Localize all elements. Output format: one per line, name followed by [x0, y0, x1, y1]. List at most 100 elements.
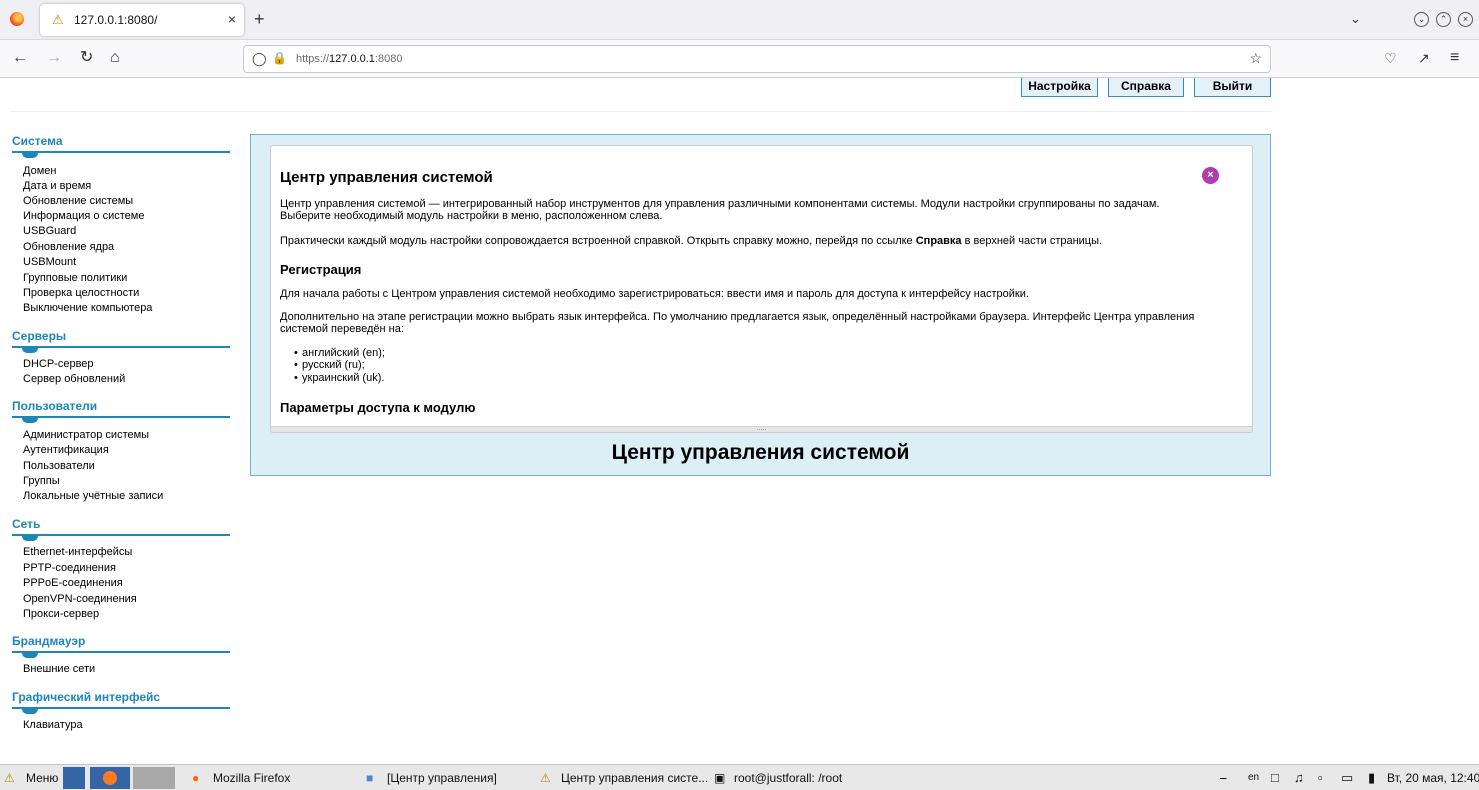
language-text-line-1: Дополнительно на этапе регистрации можно… — [280, 311, 1195, 323]
tracking-shield-icon[interactable]: ◯ — [252, 51, 267, 67]
category-marker — [22, 348, 38, 353]
keyboard-layout-indicator[interactable]: en — [1248, 770, 1259, 786]
sidebar-category-network: Сеть — [12, 517, 41, 531]
reload-icon[interactable]: ↻ — [80, 49, 93, 67]
sidebar-item-domain[interactable]: Домен — [23, 165, 56, 177]
sidebar-item-users[interactable]: Пользователи — [23, 460, 95, 472]
taskbar-window-firefox[interactable]: Mozilla Firefox — [213, 770, 290, 786]
taskbar-window-terminal[interactable]: root@justforall: /root — [734, 770, 842, 786]
sidebar-item-external-networks[interactable]: Внешние сети — [23, 663, 95, 675]
new-tab-button[interactable]: + — [254, 9, 265, 29]
key-icon[interactable]: ⎯ — [1220, 770, 1227, 786]
list-item: украинский (uk). — [294, 373, 384, 385]
help-link[interactable]: Справка — [1108, 78, 1184, 97]
lock-icon[interactable]: 🔒 — [272, 51, 287, 65]
sidebar-item-integrity-check[interactable]: Проверка целостности — [23, 287, 139, 299]
sidebar-category-users: Пользователи — [12, 399, 98, 413]
taskbar-window-control-center-browser[interactable]: Центр управления систе... — [561, 770, 708, 786]
control-center-window-icon: ■ — [366, 771, 374, 785]
sidebar-item-update-server[interactable]: Сервер обновлений — [23, 373, 125, 385]
sidebar-category-servers: Серверы — [12, 329, 67, 343]
home-icon[interactable]: ⌂ — [110, 49, 120, 67]
category-divider — [12, 151, 230, 153]
bookmark-star-icon[interactable]: ☆ — [1249, 50, 1262, 67]
firefox-icon[interactable] — [10, 12, 24, 26]
sidebar-item-shutdown[interactable]: Выключение компьютера — [23, 302, 152, 314]
sidebar-item-keyboard[interactable]: Клавиатура — [23, 719, 83, 731]
page-content: Настройка Справка Выйти Система Домен Да… — [0, 78, 1479, 764]
category-marker — [22, 153, 38, 158]
sidebar-item-system-admin[interactable]: Администратор системы — [23, 429, 149, 441]
browser-tab-active[interactable]: ⚠ 127.0.0.1:8080/ × — [40, 4, 244, 36]
sidebar-item-dhcp-server[interactable]: DHCP-сервер — [23, 358, 94, 370]
back-arrow-icon[interactable]: ← — [12, 49, 28, 67]
battery-icon[interactable]: ▮ — [1368, 770, 1375, 786]
logout-link[interactable]: Выйти — [1194, 78, 1271, 97]
sidebar-item-usbmount[interactable]: USBMount — [23, 256, 76, 268]
sidebar-item-authentication[interactable]: Аутентификация — [23, 444, 109, 456]
browser-tab-strip: ⚠ 127.0.0.1:8080/ × + ⌄ ⌄ ⌃ × — [0, 0, 1479, 40]
sidebar-category-gui: Графический интерфейс — [12, 690, 161, 704]
control-center-browser-icon: ⚠ — [540, 771, 551, 785]
os-taskbar: ⚠ Меню ● Mozilla Firefox ■ [Центр управл… — [0, 764, 1479, 790]
access-params-heading: Параметры доступа к модулю — [280, 400, 476, 415]
browser-navigation-bar: ← → ↻ ⌂ ◯ 🔒 https://127.0.0.1:8080 ☆ ♡ ↗… — [0, 40, 1479, 78]
workspace-switcher[interactable] — [133, 767, 175, 789]
registration-heading: Регистрация — [280, 262, 362, 277]
category-divider — [12, 707, 230, 709]
category-marker — [22, 418, 38, 423]
app-menu-icon[interactable]: ≡ — [1450, 49, 1459, 67]
sidebar-item-local-accounts[interactable]: Локальные учётные записи — [23, 490, 163, 502]
category-divider — [12, 416, 230, 418]
display-icon[interactable]: ▭ — [1341, 770, 1353, 786]
close-tab-icon[interactable]: × — [228, 11, 236, 27]
url-bar[interactable]: ◯ 🔒 https://127.0.0.1:8080 ☆ — [243, 45, 1271, 73]
sidebar-item-usbguard[interactable]: USBGuard — [23, 225, 76, 237]
sidebar-item-datetime[interactable]: Дата и время — [23, 180, 91, 192]
close-help-icon[interactable]: × — [1202, 167, 1219, 184]
sidebar-item-proxy[interactable]: Прокси-сервер — [23, 608, 99, 620]
resize-handle[interactable]: ..... — [271, 425, 1252, 432]
firefox-launcher-icon[interactable] — [90, 767, 130, 789]
sidebar-item-system-update[interactable]: Обновление системы — [23, 195, 133, 207]
category-marker — [22, 709, 38, 714]
pocket-icon[interactable]: ♡ — [1384, 49, 1397, 67]
sidebar-item-groups[interactable]: Группы — [23, 475, 60, 487]
network-icon[interactable]: □ — [1271, 770, 1279, 786]
settings-link[interactable]: Настройка — [1021, 78, 1098, 97]
maximize-window-icon[interactable]: ⌃ — [1436, 12, 1451, 27]
share-icon[interactable]: ↗ — [1418, 49, 1430, 67]
registration-text: Для начала работы с Центром управления с… — [280, 288, 1029, 300]
sidebar-item-system-info[interactable]: Информация о системе — [23, 210, 144, 222]
taskbar-window-control-center[interactable]: [Центр управления] — [387, 770, 497, 786]
sidebar-item-group-policies[interactable]: Групповые политики — [23, 272, 127, 284]
sidebar-item-pptp[interactable]: PPTP-соединения — [23, 562, 116, 574]
volume-icon[interactable]: ♫ — [1294, 770, 1304, 786]
help-intro-line-2: Выберите необходимый модуль настройки в … — [280, 210, 663, 222]
url-text[interactable]: https://127.0.0.1:8080 — [296, 53, 402, 65]
list-item: русский (ru); — [294, 360, 365, 372]
category-divider — [12, 346, 230, 348]
close-window-icon[interactable]: × — [1458, 12, 1473, 27]
main-panel: Центр управления системой Центр управлен… — [250, 134, 1271, 476]
tab-list-chevron-icon[interactable]: ⌄ — [1350, 11, 1361, 27]
help-intro-line-1: Центр управления системой — интегрирован… — [280, 198, 1160, 210]
header-divider — [10, 111, 1272, 112]
minimize-window-icon[interactable]: ⌄ — [1414, 12, 1429, 27]
start-menu-button[interactable]: Меню — [26, 770, 58, 786]
sidebar-category-system: Система — [12, 134, 63, 148]
show-desktop-icon[interactable] — [63, 767, 85, 789]
category-marker — [22, 653, 38, 658]
sidebar-item-pppoe[interactable]: PPPoE-соединения — [23, 577, 123, 589]
sidebar-item-kernel-update[interactable]: Обновление ядра — [23, 241, 114, 253]
menu-logo-icon[interactable]: ⚠ — [4, 770, 15, 786]
site-favicon-icon: ⚠ — [52, 12, 64, 27]
sidebar-item-ethernet[interactable]: Ethernet-интерфейсы — [23, 546, 132, 558]
clock[interactable]: Вт, 20 мая, 12:40 — [1387, 770, 1479, 786]
help-title: Центр управления системой — [280, 169, 493, 186]
sidebar-item-openvpn[interactable]: OpenVPN-соединения — [23, 593, 137, 605]
clipboard-icon[interactable]: ▫ — [1318, 770, 1323, 786]
category-divider — [12, 651, 230, 653]
help-window[interactable]: Центр управления системой Центр управлен… — [270, 145, 1253, 433]
forward-arrow-icon[interactable]: → — [46, 49, 62, 67]
